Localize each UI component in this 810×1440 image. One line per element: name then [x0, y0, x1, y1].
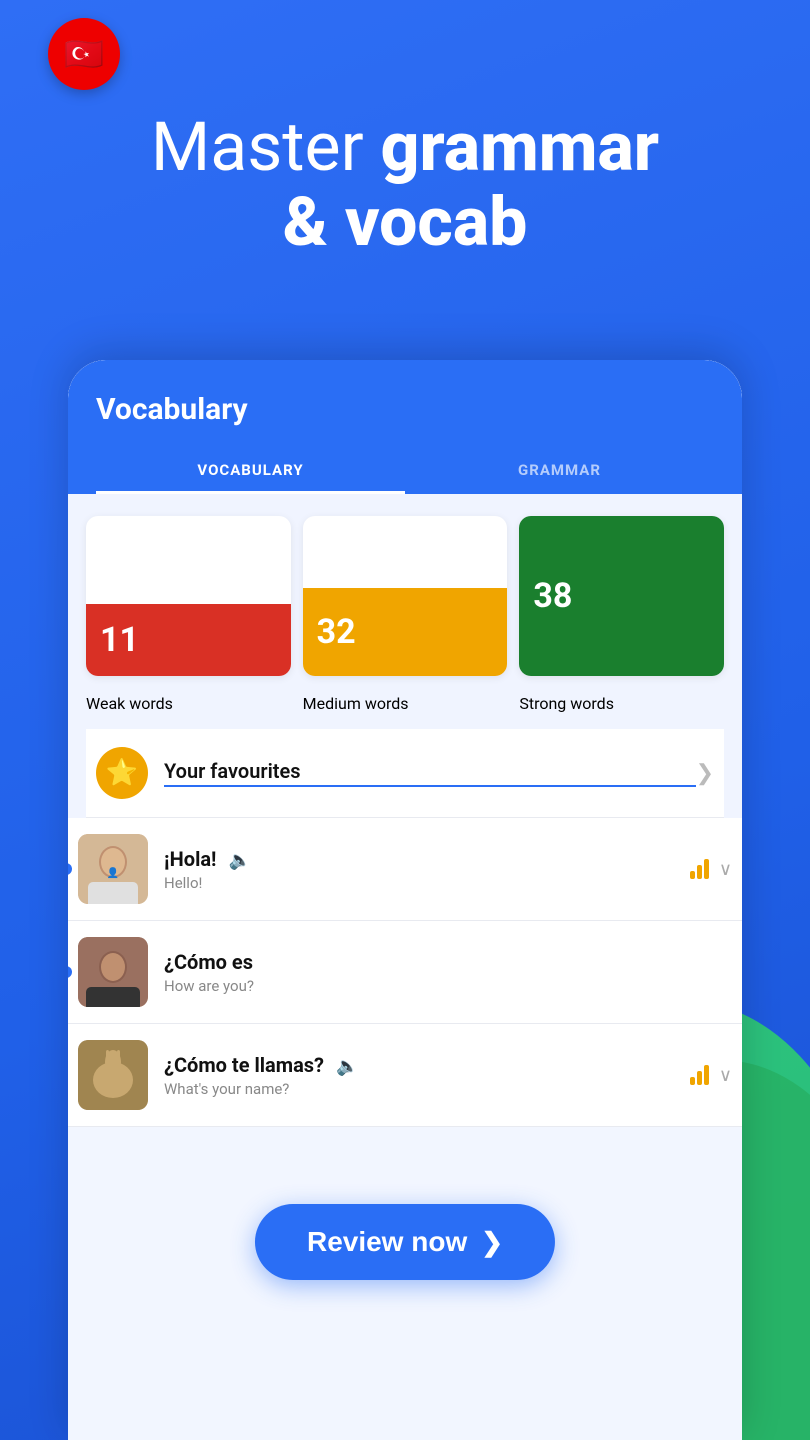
vocab-item-como-es[interactable]: ¿Cómo es How are you? — [68, 921, 742, 1024]
weak-word-count: 11 — [100, 620, 139, 660]
vocab-header-title: Vocabulary — [96, 392, 714, 427]
review-now-button[interactable]: Review now ❯ — [255, 1204, 555, 1280]
vocab-text-2: ¿Cómo es How are you? — [164, 950, 572, 995]
tab-vocabulary-label: VOCABULARY — [197, 461, 303, 479]
weak-card-fill: 11 — [86, 604, 291, 676]
vocab-text-1: ¡Hola! 🔈 Hello! — [164, 847, 690, 892]
vocab-word-1: ¡Hola! — [164, 847, 216, 871]
strong-card-fill: 38 — [519, 516, 724, 676]
language-flag[interactable]: 🇹🇷 — [48, 18, 120, 90]
hero-bold-text: grammar — [381, 107, 660, 187]
favourites-chevron: ❯ — [696, 761, 714, 786]
vocab-text-3: ¿Cómo te llamas? 🔈 What's your name? — [164, 1053, 690, 1098]
hero-title-container: Master grammar & vocab — [60, 110, 750, 260]
word-cards-container: 11 32 38 — [86, 516, 724, 713]
medium-card-fill: 32 — [303, 588, 508, 676]
medium-word-count: 32 — [317, 612, 356, 652]
vocab-list: 👤 ¡Hola! 🔈 Hello! ∨ — [68, 818, 742, 1127]
dot-indicator-1 — [68, 863, 72, 875]
vocab-thumb-1: 👤 — [78, 834, 148, 904]
sound-icon-1[interactable]: 🔈 — [228, 850, 250, 871]
tab-vocabulary[interactable]: VOCABULARY — [96, 449, 405, 494]
vocab-thumb-3 — [78, 1040, 148, 1110]
cards-labels: Weak words Medium words Strong words — [86, 694, 724, 713]
dot-indicator-2 — [68, 966, 72, 978]
phone-mockup: Vocabulary VOCABULARY GRAMMAR 11 — [68, 360, 742, 1440]
review-now-arrow: ❯ — [481, 1227, 503, 1258]
strong-words-card[interactable]: 38 — [519, 516, 724, 676]
strong-word-count: 38 — [533, 576, 572, 616]
weak-label: Weak words — [86, 694, 291, 713]
phone-inner: Vocabulary VOCABULARY GRAMMAR 11 — [68, 360, 742, 1440]
vocab-translation-2: How are you? — [164, 977, 572, 995]
medium-label: Medium words — [303, 694, 508, 713]
vocab-item-hola[interactable]: 👤 ¡Hola! 🔈 Hello! ∨ — [68, 818, 742, 921]
tabs-container: VOCABULARY GRAMMAR — [96, 449, 714, 494]
vocab-translation-1: Hello! — [164, 874, 690, 892]
vocab-translation-3: What's your name? — [164, 1080, 690, 1098]
svg-text:👤: 👤 — [107, 866, 119, 879]
sound-icon-3[interactable]: 🔈 — [336, 1056, 358, 1077]
chevron-down-1[interactable]: ∨ — [719, 859, 732, 880]
medium-words-card[interactable]: 32 — [303, 516, 508, 676]
review-now-label: Review now — [307, 1226, 467, 1258]
bar-icon-3 — [690, 1065, 709, 1085]
vocab-header: Vocabulary VOCABULARY GRAMMAR — [68, 360, 742, 494]
favourites-row[interactable]: ⭐ Your favourites ❯ — [86, 729, 724, 818]
hero-line2: & vocab — [60, 185, 750, 260]
vocab-word-3: ¿Cómo te llamas? — [164, 1053, 324, 1077]
hero-normal-text: Master — [151, 107, 381, 187]
vocab-thumb-2 — [78, 937, 148, 1007]
tab-grammar[interactable]: GRAMMAR — [405, 449, 714, 494]
content-area: 11 32 38 — [68, 494, 742, 818]
flag-emoji: 🇹🇷 — [64, 35, 104, 73]
hero-line1: Master grammar — [60, 110, 750, 185]
weak-words-card[interactable]: 11 — [86, 516, 291, 676]
bar-icon-1 — [690, 859, 709, 879]
star-circle: ⭐ — [96, 747, 148, 799]
chevron-down-3[interactable]: ∨ — [719, 1065, 732, 1086]
vocab-item-llamas[interactable]: ¿Cómo te llamas? 🔈 What's your name? ∨ — [68, 1024, 742, 1127]
strong-label: Strong words — [519, 694, 724, 713]
word-cards: 11 32 38 — [86, 516, 724, 676]
vocab-word-2: ¿Cómo es — [164, 950, 253, 974]
tab-grammar-label: GRAMMAR — [518, 461, 601, 479]
favourites-label: Your favourites — [164, 759, 696, 787]
